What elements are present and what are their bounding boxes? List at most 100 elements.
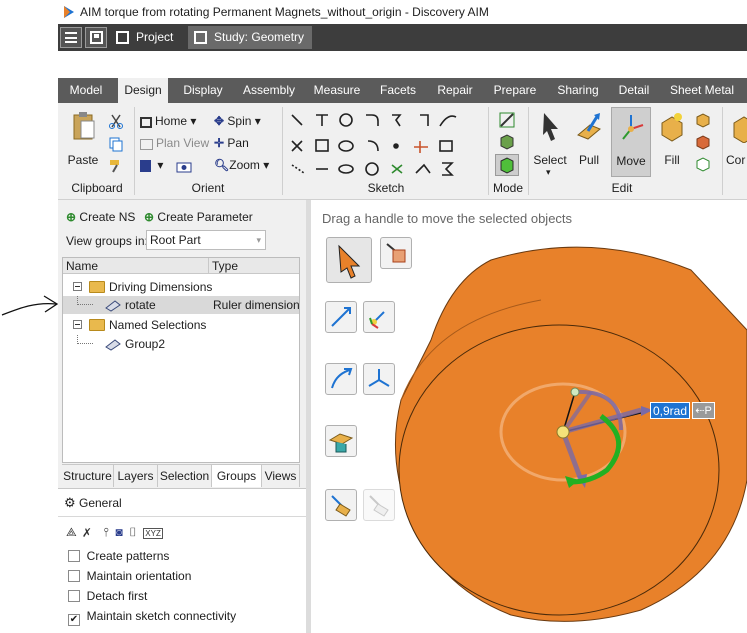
plan-view-button[interactable]: Plan View [140, 136, 209, 150]
cut-icon[interactable] [108, 113, 124, 129]
plan-view-icon [140, 139, 153, 150]
anchor-guide[interactable] [363, 301, 395, 333]
spin-button[interactable]: ✥ Spin ▾ [214, 114, 261, 128]
tab-design[interactable]: Design [118, 78, 168, 103]
tab-display[interactable]: Display [178, 78, 228, 103]
orient-axes-icon [368, 369, 390, 387]
angle-dimension-input[interactable]: 0,9rad [650, 402, 690, 419]
scale-icon[interactable]: ⌷ [129, 525, 136, 539]
panel-tab-strip: Structure Layers Selection Groups Views [62, 464, 300, 487]
split-icon[interactable] [694, 133, 712, 151]
view-cube-button[interactable]: ▾ [140, 158, 163, 172]
tab-prepare[interactable]: Prepare [488, 78, 542, 103]
tab-model[interactable]: Model [64, 78, 108, 103]
checkbox-checked[interactable]: ✔ [68, 614, 80, 626]
save-button[interactable] [85, 27, 107, 48]
move-along-trajectory-guide[interactable] [325, 363, 357, 395]
checkbox[interactable] [68, 570, 80, 582]
tab-detail[interactable]: Detail [614, 78, 654, 103]
tab-selection[interactable]: Selection [158, 465, 212, 487]
up-to-guide[interactable] [325, 425, 357, 457]
detach-disabled-guide[interactable] [363, 489, 395, 521]
pin-icon[interactable]: ⫯ [104, 525, 109, 539]
fill-icon [661, 113, 683, 142]
combine-icon[interactable] [694, 111, 712, 129]
anchor-icon [369, 311, 385, 329]
dimension-pin-button[interactable]: ⇠P [692, 402, 715, 419]
section-mode-icon[interactable] [498, 133, 516, 151]
detach-guide[interactable] [325, 489, 357, 521]
folder-icon [89, 319, 105, 331]
geometry-icon [194, 31, 207, 44]
combine-partial-button[interactable]: Cor [726, 107, 747, 169]
create-parameter-button[interactable]: ⊕ Create Parameter [144, 210, 253, 224]
3d-mode-icon [500, 157, 514, 174]
options-general-header[interactable]: ⚙ General [64, 495, 122, 511]
tab-sharing[interactable]: Sharing [552, 78, 604, 103]
camera-icon[interactable] [176, 158, 194, 174]
select-button[interactable]: Select ▾ [532, 107, 568, 177]
cube-icon [140, 160, 151, 172]
project-icon [116, 31, 129, 44]
graphics-viewport[interactable]: Drag a handle to move the selected objec… [311, 200, 747, 633]
cup-icon[interactable]: ◙ [116, 525, 123, 539]
tree-row-named-selections[interactable]: Named Selections [63, 316, 299, 334]
paste-icon [73, 112, 95, 140]
collapse-icon[interactable] [73, 282, 82, 291]
select-tool-guide[interactable] [326, 237, 372, 283]
tab-assembly[interactable]: Assembly [238, 78, 300, 103]
copy-icon[interactable] [108, 136, 124, 152]
create-ns-button[interactable]: ⊕ Create NS [66, 210, 135, 224]
tab-structure[interactable]: Structure [62, 465, 114, 487]
groups-tree: Name Type Driving Dimensions rotate Rule… [62, 257, 300, 463]
quick-access-area [58, 51, 747, 78]
tab-measure[interactable]: Measure [310, 78, 364, 103]
tab-views[interactable]: Views [262, 465, 300, 487]
ruler-icon[interactable]: ✗ [83, 525, 90, 539]
move-handle[interactable] [491, 370, 731, 510]
option-detach-first[interactable]: Detach first [68, 589, 147, 603]
option-maintain-orientation[interactable]: Maintain orientation [68, 569, 191, 583]
tree-row-group2[interactable]: Group2 [63, 335, 299, 353]
tree-connector [77, 296, 93, 305]
tab-sheet-metal[interactable]: Sheet Metal [664, 78, 740, 103]
menu-button[interactable] [60, 27, 82, 48]
paste-button[interactable]: Paste [64, 107, 102, 169]
tab-project[interactable]: Project [110, 26, 182, 49]
tab-repair[interactable]: Repair [432, 78, 478, 103]
viewport-hint: Drag a handle to move the selected objec… [322, 211, 573, 226]
checkbox[interactable] [68, 590, 80, 602]
pull-button[interactable]: Pull [570, 107, 608, 169]
checkbox[interactable] [68, 550, 80, 562]
collapse-icon[interactable] [73, 320, 82, 329]
tab-study-geometry[interactable]: Study: Geometry [188, 26, 313, 49]
option-create-patterns[interactable]: Create patterns [68, 549, 169, 563]
group-separator [282, 107, 283, 195]
tree-row-driving-dimensions[interactable]: Driving Dimensions [63, 278, 299, 296]
view-groups-select[interactable]: Root Part ▾ [146, 230, 266, 250]
group-separator [134, 107, 135, 195]
select-component-guide[interactable] [380, 237, 412, 269]
sketch-tools[interactable] [288, 111, 484, 177]
move-button[interactable]: Move [611, 107, 651, 177]
tab-groups[interactable]: Groups [212, 465, 262, 487]
column-header-type[interactable]: Type [209, 258, 299, 274]
tab-layers[interactable]: Layers [114, 465, 158, 487]
zoom-button[interactable]: 🔍︎Zoom ▾ [214, 158, 269, 172]
xyz-icon[interactable]: XYZ [143, 528, 163, 539]
sketch-mode-icon[interactable] [498, 111, 516, 129]
anchor-icon[interactable]: ⟁ [66, 525, 77, 539]
column-header-name[interactable]: Name [63, 258, 209, 274]
home-button[interactable]: Home ▾ [140, 114, 196, 128]
group-separator [722, 107, 723, 195]
move-direction-guide[interactable] [325, 301, 357, 333]
shell-icon[interactable] [694, 155, 712, 173]
format-painter-icon[interactable] [108, 158, 124, 174]
tab-facets[interactable]: Facets [374, 78, 422, 103]
pan-button[interactable]: ✛ Pan [214, 136, 249, 150]
option-maintain-sketch-connectivity[interactable]: ✔ Maintain sketch connectivity [68, 609, 236, 626]
tree-row-rotate[interactable]: rotate Ruler dimension [63, 296, 300, 314]
3d-mode-button[interactable] [495, 154, 519, 176]
orient-axes-guide[interactable] [363, 363, 395, 395]
fill-button[interactable]: Fill [654, 107, 690, 169]
